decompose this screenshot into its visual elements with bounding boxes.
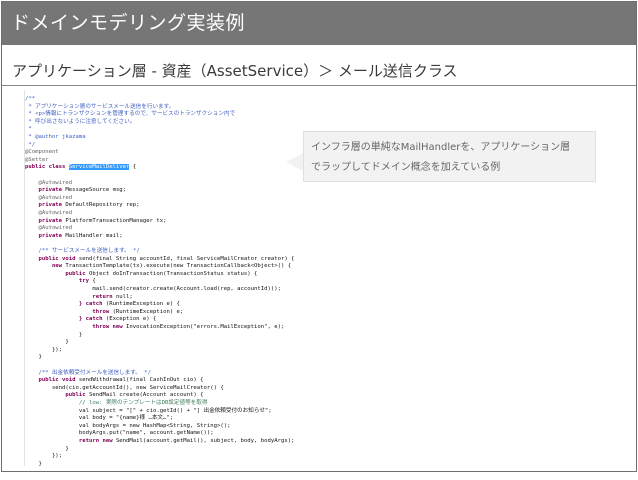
code-token: Object doInTransaction(TransactionStatus… (89, 270, 258, 277)
slide-subtitle: アプリケーション層 - 資産（AssetService）＞ メール送信クラス (12, 62, 458, 80)
code-token: SendMail(account.getMail(), subject, bod… (115, 438, 295, 444)
code-token: } (25, 460, 42, 467)
divider (2, 85, 636, 86)
code-token: InvocationException("errors.MailExceptio… (126, 324, 285, 330)
slide-title: ドメインモデリング実装例 (2, 2, 636, 45)
callout-line-1: インフラ層の単純なMailHandlerを、アプリケーション層 (311, 142, 571, 153)
code-token: } (25, 354, 42, 361)
code-token: PlatformTransactionManager tx; (65, 217, 167, 224)
code-token: MessageSource msg; (65, 187, 127, 194)
code-line: * 呼び出さないように注意してください。 (25, 117, 135, 127)
code-line: } (25, 459, 42, 469)
code-selection: ServiceMailDeliver (68, 164, 130, 171)
code-line: public class ServiceMailDeliver { (25, 162, 136, 172)
code-line: private MailHandler mail; (25, 231, 123, 241)
code-token: public class (25, 164, 69, 171)
callout-note: インフラ層の単純なMailHandlerを、アプリケーション層 でラップしてドメ… (303, 131, 596, 182)
code-token: MailHandler mail; (65, 232, 123, 239)
callout-line-2: でラップしてドメイン概念を加えている例 (311, 162, 501, 173)
slide: ドメインモデリング実装例 アプリケーション層 - 資産（AssetService… (1, 1, 637, 472)
code-token: * 呼び出さないように注意してください。 (25, 118, 136, 125)
callout-arrow (286, 153, 303, 171)
code-line: } (25, 352, 42, 362)
code-token: DefaultRepository rep; (65, 202, 140, 209)
code-token: { (129, 164, 137, 171)
code-token: private (25, 232, 66, 239)
